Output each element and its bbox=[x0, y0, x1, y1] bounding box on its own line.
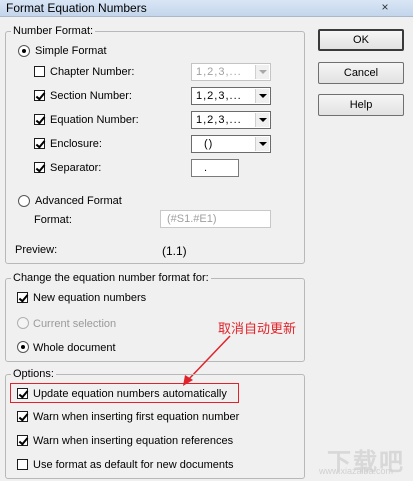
section-number-select[interactable]: 1,2,3,... bbox=[191, 87, 271, 105]
format-label: Format: bbox=[34, 214, 72, 226]
equation-number-checkbox[interactable] bbox=[34, 114, 45, 125]
options-legend: Options: bbox=[11, 368, 56, 380]
separator-checkbox[interactable] bbox=[34, 162, 45, 173]
advanced-format-radio[interactable] bbox=[18, 195, 30, 207]
preview-value: (1.1) bbox=[162, 244, 187, 258]
title-bar: Format Equation Numbers × bbox=[0, 0, 413, 17]
simple-format-radio[interactable] bbox=[18, 45, 30, 57]
chapter-number-label: Chapter Number: bbox=[50, 66, 135, 78]
close-icon[interactable]: × bbox=[375, 0, 395, 15]
section-number-checkbox[interactable] bbox=[34, 90, 45, 101]
use-as-default-label: Use format as default for new documents bbox=[33, 459, 234, 471]
chapter-number-checkbox[interactable] bbox=[34, 66, 45, 77]
section-number-label: Section Number: bbox=[50, 90, 132, 102]
chevron-down-icon bbox=[255, 65, 269, 79]
enclosure-value: () bbox=[204, 138, 214, 150]
update-automatically-label: Update equation numbers automatically bbox=[33, 388, 227, 400]
change-format-for-legend: Change the equation number format for: bbox=[11, 272, 211, 284]
new-equation-numbers-label: New equation numbers bbox=[33, 292, 147, 304]
new-equation-numbers-checkbox[interactable] bbox=[17, 292, 28, 303]
equation-number-label: Equation Number: bbox=[50, 114, 139, 126]
enclosure-select[interactable]: () bbox=[191, 135, 271, 153]
preview-label: Preview: bbox=[15, 244, 58, 256]
equation-number-value: 1,2,3,... bbox=[196, 114, 242, 126]
separator-input[interactable]: . bbox=[191, 159, 239, 177]
simple-format-label: Simple Format bbox=[35, 45, 107, 57]
current-selection-label: Current selection bbox=[33, 318, 117, 330]
advanced-format-label: Advanced Format bbox=[35, 195, 122, 207]
section-number-value: 1,2,3,... bbox=[196, 90, 242, 102]
ok-button[interactable]: OK bbox=[318, 29, 404, 51]
separator-label: Separator: bbox=[50, 162, 102, 174]
watermark-url: www.xiazaiba.com bbox=[318, 466, 393, 476]
enclosure-checkbox[interactable] bbox=[34, 138, 45, 149]
chevron-down-icon bbox=[255, 113, 269, 127]
equation-number-select[interactable]: 1,2,3,... bbox=[191, 111, 271, 129]
use-as-default-checkbox[interactable] bbox=[17, 459, 28, 470]
number-format-legend: Number Format: bbox=[11, 25, 96, 37]
warn-first-equation-checkbox[interactable] bbox=[17, 411, 28, 422]
whole-document-radio[interactable] bbox=[17, 341, 29, 353]
chapter-number-select: 1,2,3,... bbox=[191, 63, 271, 81]
chevron-down-icon bbox=[255, 89, 269, 103]
enclosure-label: Enclosure: bbox=[50, 138, 102, 150]
window-title: Format Equation Numbers bbox=[6, 1, 147, 15]
chapter-number-value: 1,2,3,... bbox=[196, 66, 242, 78]
annotation-text: 取消自动更新 bbox=[218, 321, 297, 336]
warn-references-checkbox[interactable] bbox=[17, 435, 28, 446]
current-selection-radio bbox=[17, 317, 29, 329]
warn-first-equation-label: Warn when inserting first equation numbe… bbox=[33, 411, 240, 423]
chevron-down-icon bbox=[255, 137, 269, 151]
warn-references-label: Warn when inserting equation references bbox=[33, 435, 234, 447]
whole-document-label: Whole document bbox=[33, 342, 116, 354]
help-button[interactable]: Help bbox=[318, 94, 404, 116]
update-automatically-checkbox[interactable] bbox=[17, 388, 28, 399]
cancel-button[interactable]: Cancel bbox=[318, 62, 404, 84]
format-input: (#S1.#E1) bbox=[160, 210, 271, 228]
